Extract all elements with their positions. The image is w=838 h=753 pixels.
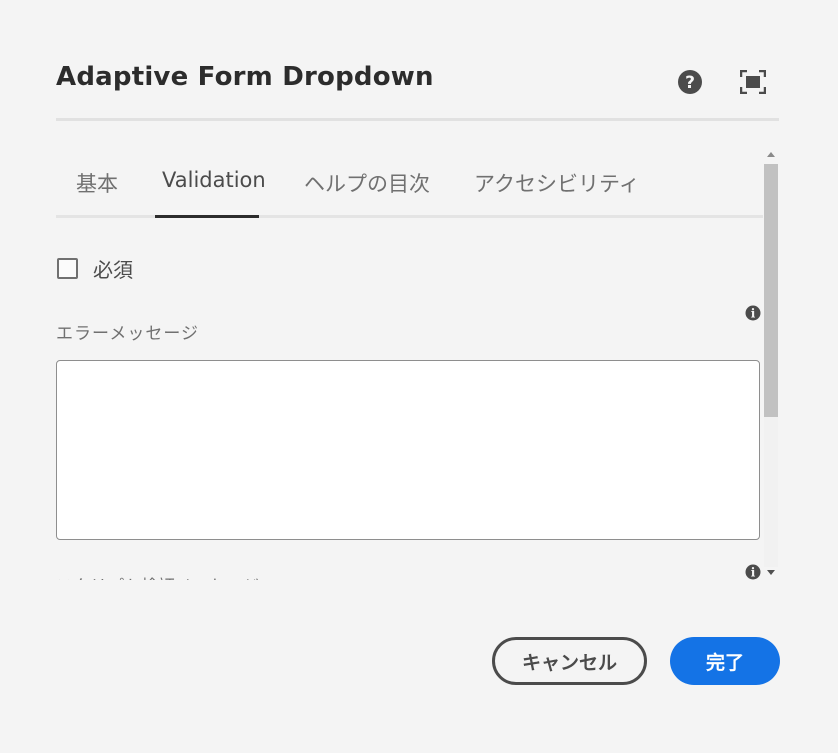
done-button[interactable]: 完了 [670,637,780,685]
checkbox-box[interactable] [57,258,78,279]
info-icon[interactable]: i [745,305,761,321]
scrollbar-track[interactable] [764,417,778,567]
tab-accessibility[interactable]: アクセシビリティ [474,168,640,198]
tab-list: 基本 Validation ヘルプの目次 アクセシビリティ [56,148,763,219]
info-icon-2[interactable]: i [745,564,761,580]
dialog: Adaptive Form Dropdown ? 基本 Validation ヘ… [0,0,838,753]
svg-text:?: ? [685,73,695,93]
required-label: 必須 [93,258,133,282]
scroll-up-arrow-icon[interactable] [767,152,775,157]
next-field-label: スクリプト検証メッセージ [56,572,260,580]
tab-selected-indicator [155,215,259,218]
vertical-scrollbar[interactable] [763,148,779,580]
scrollbar-thumb[interactable] [764,164,778,417]
error-message-label: エラーメッセージ [56,324,199,344]
fullscreen-icon[interactable] [740,70,766,94]
help-icon[interactable]: ? [677,69,703,95]
dialog-title: Adaptive Form Dropdown [56,62,434,92]
svg-text:i: i [751,566,756,580]
tab-validation[interactable]: Validation [162,168,266,192]
dialog-content: 基本 Validation ヘルプの目次 アクセシビリティ 必須 i エラーメッ… [56,148,763,580]
cancel-button[interactable]: キャンセル [492,637,647,685]
error-message-field[interactable] [56,360,760,540]
header-divider [56,118,779,121]
required-checkbox[interactable]: 必須 [56,254,256,282]
svg-text:i: i [751,307,756,321]
tab-basic[interactable]: 基本 [76,168,118,198]
scroll-down-arrow-icon[interactable] [767,570,775,575]
tab-help-content[interactable]: ヘルプの目次 [304,168,430,198]
